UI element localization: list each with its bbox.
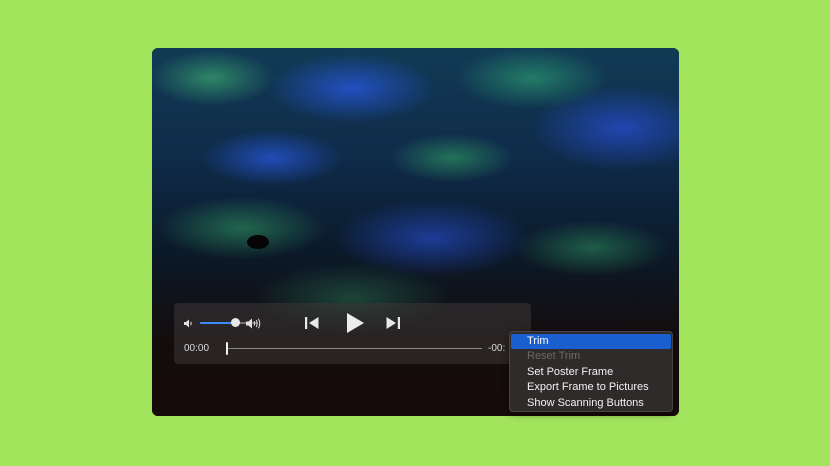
current-time: 00:00	[184, 343, 210, 354]
video-dark-spot	[247, 235, 269, 249]
timeline-playhead[interactable]	[226, 342, 228, 355]
menu-item-export-frame[interactable]: Export Frame to Pictures	[510, 380, 672, 395]
menu-item-show-scanning-buttons[interactable]: Show Scanning Buttons	[510, 396, 672, 411]
speaker-low-icon[interactable]	[183, 318, 194, 329]
play-icon[interactable]	[344, 312, 366, 334]
context-menu: Trim Reset Trim Set Poster Frame Export …	[509, 331, 673, 412]
menu-item-trim[interactable]: Trim	[511, 334, 671, 350]
skip-back-icon[interactable]	[304, 316, 320, 330]
volume-slider-knob[interactable]	[231, 318, 241, 327]
playback-controls-bar: 00:00 -00:	[174, 303, 531, 364]
skip-forward-icon[interactable]	[385, 316, 401, 330]
menu-item-set-poster-frame[interactable]: Set Poster Frame	[510, 365, 672, 380]
remaining-time: -00:	[488, 343, 506, 354]
timeline-scrubber[interactable]	[226, 348, 482, 349]
menu-item-reset-trim: Reset Trim	[527, 350, 581, 363]
speaker-high-icon[interactable]	[245, 317, 263, 330]
